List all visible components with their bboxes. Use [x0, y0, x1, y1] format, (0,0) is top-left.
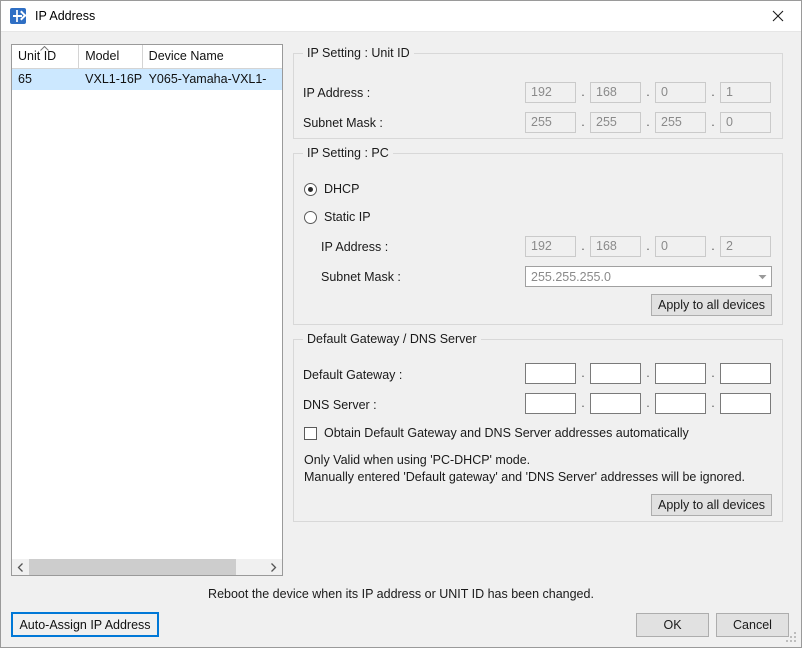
checkbox-obtain-automatically[interactable]: Obtain Default Gateway and DNS Server ad… [304, 426, 689, 440]
dns-octet-3[interactable] [655, 393, 706, 414]
label-unit-ip-address: IP Address : [303, 86, 370, 100]
gateway-octet-1[interactable] [525, 363, 576, 384]
group-legend-unit-id: IP Setting : Unit ID [303, 46, 414, 60]
checkbox-obtain-automatically-indicator[interactable] [304, 427, 317, 440]
octet-separator: . [641, 393, 655, 414]
unit-mask-octet-2[interactable]: 255 [590, 112, 641, 133]
apply-to-all-devices-button-pc[interactable]: Apply to all devices [651, 294, 772, 316]
cell-unit-id: 65 [12, 69, 79, 90]
label-pc-subnet-mask: Subnet Mask : [321, 270, 401, 284]
octet-separator: . [641, 236, 655, 257]
unit-mask-octet-4[interactable]: 0 [720, 112, 771, 133]
unit-subnet-mask-octets: 255 . 255 . 255 . 0 [525, 112, 771, 133]
label-default-gateway: Default Gateway : [303, 368, 402, 382]
default-gateway-octets: . . . [525, 363, 771, 384]
label-pc-ip-address: IP Address : [321, 240, 388, 254]
pc-ip-address-octets: 192 . 168 . 0 . 2 [525, 236, 771, 257]
unit-ip-octet-1[interactable]: 192 [525, 82, 576, 103]
label-dns-server: DNS Server : [303, 398, 377, 412]
unit-ip-address-octets: 192 . 168 . 0 . 1 [525, 82, 771, 103]
radio-static-ip-indicator[interactable] [304, 211, 317, 224]
pc-ip-octet-2[interactable]: 168 [590, 236, 641, 257]
close-icon[interactable] [755, 1, 801, 30]
radio-dhcp-indicator[interactable] [304, 183, 317, 196]
scroll-right-arrow-icon[interactable] [265, 559, 282, 575]
octet-separator: . [706, 363, 720, 384]
cancel-button[interactable]: Cancel [716, 613, 789, 637]
octet-separator: . [706, 236, 720, 257]
checkbox-obtain-automatically-label: Obtain Default Gateway and DNS Server ad… [324, 426, 689, 440]
radio-static-ip[interactable]: Static IP [304, 210, 371, 224]
gateway-octet-3[interactable] [655, 363, 706, 384]
column-header-device-name[interactable]: Device Name [143, 45, 282, 68]
octet-separator: . [641, 82, 655, 103]
scrollbar-thumb[interactable] [29, 559, 236, 575]
chevron-down-icon[interactable] [754, 274, 771, 280]
reboot-note: Reboot the device when its IP address or… [1, 587, 801, 601]
octet-separator: . [641, 363, 655, 384]
radio-dhcp-label: DHCP [324, 182, 359, 196]
window-title: IP Address [35, 1, 95, 31]
radio-dhcp[interactable]: DHCP [304, 182, 359, 196]
octet-separator: . [576, 393, 590, 414]
group-legend-gateway: Default Gateway / DNS Server [303, 332, 481, 346]
radio-static-ip-label: Static IP [324, 210, 371, 224]
dns-octet-2[interactable] [590, 393, 641, 414]
unit-ip-octet-2[interactable]: 168 [590, 82, 641, 103]
octet-separator: . [576, 236, 590, 257]
dns-octet-1[interactable] [525, 393, 576, 414]
column-header-unit-id-label: Unit ID [18, 49, 56, 63]
cell-model: VXL1-16P [79, 69, 142, 90]
pc-subnet-mask-value: 255.255.255.0 [526, 270, 754, 284]
device-list-horizontal-scrollbar[interactable] [11, 559, 283, 576]
octet-separator: . [641, 112, 655, 133]
cell-device-name: Y065-Yamaha-VXL1- [143, 69, 282, 90]
sort-ascending-icon [40, 46, 49, 51]
info-line-2: Manually entered 'Default gateway' and '… [304, 469, 745, 486]
dns-server-octets: . . . [525, 393, 771, 414]
octet-separator: . [576, 112, 590, 133]
pc-ip-octet-3[interactable]: 0 [655, 236, 706, 257]
auto-assign-ip-address-button[interactable]: Auto-Assign IP Address [11, 612, 159, 637]
ok-button[interactable]: OK [636, 613, 709, 637]
device-list[interactable]: Unit ID Model Device Name 65 VXL1-16P Y0… [11, 44, 283, 575]
ip-address-dialog: IP Address Unit ID Model Device Name [0, 0, 802, 648]
scroll-left-arrow-icon[interactable] [12, 559, 29, 575]
gateway-octet-4[interactable] [720, 363, 771, 384]
info-line-1: Only Valid when using 'PC-DHCP' mode. [304, 452, 530, 469]
apply-to-all-devices-button-gateway[interactable]: Apply to all devices [651, 494, 772, 516]
unit-ip-octet-4[interactable]: 1 [720, 82, 771, 103]
unit-mask-octet-1[interactable]: 255 [525, 112, 576, 133]
octet-separator: . [576, 82, 590, 103]
gateway-octet-2[interactable] [590, 363, 641, 384]
dns-octet-4[interactable] [720, 393, 771, 414]
column-header-device-name-label: Device Name [149, 49, 224, 63]
octet-separator: . [706, 82, 720, 103]
octet-separator: . [706, 112, 720, 133]
label-unit-subnet-mask: Subnet Mask : [303, 116, 383, 130]
device-list-header: Unit ID Model Device Name [12, 45, 282, 69]
column-header-model[interactable]: Model [79, 45, 142, 68]
pc-ip-octet-1[interactable]: 192 [525, 236, 576, 257]
scrollbar-track[interactable] [29, 559, 265, 575]
octet-separator: . [706, 393, 720, 414]
table-row[interactable]: 65 VXL1-16P Y065-Yamaha-VXL1- [12, 69, 282, 90]
column-header-unit-id[interactable]: Unit ID [12, 45, 79, 68]
pc-ip-octet-4[interactable]: 2 [720, 236, 771, 257]
ip-address-icon [10, 8, 26, 24]
unit-ip-octet-3[interactable]: 0 [655, 82, 706, 103]
resize-grip-icon[interactable] [786, 632, 798, 644]
group-legend-pc: IP Setting : PC [303, 146, 393, 160]
unit-mask-octet-3[interactable]: 255 [655, 112, 706, 133]
column-header-model-label: Model [85, 49, 119, 63]
pc-subnet-mask-combobox[interactable]: 255.255.255.0 [525, 266, 772, 287]
title-bar: IP Address [1, 1, 801, 32]
octet-separator: . [576, 363, 590, 384]
